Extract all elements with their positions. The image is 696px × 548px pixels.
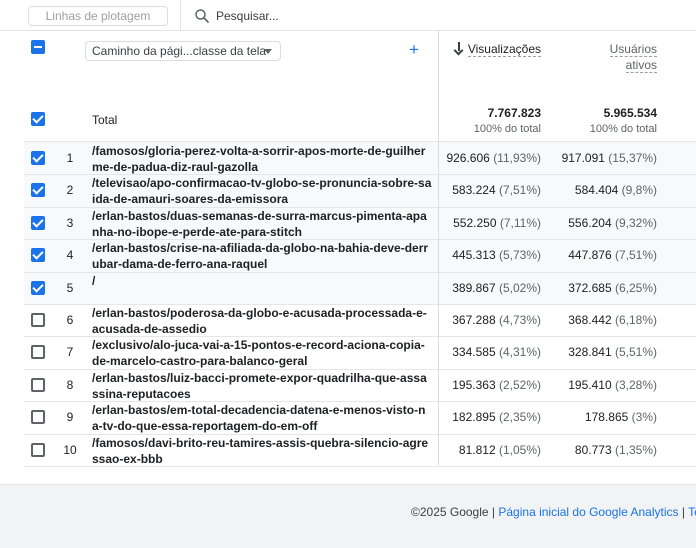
row-page-path[interactable]: /famosos/davi-brito-reu-tamires-assis-qu… [92,435,432,467]
dimension-selector-label: Caminho da pági...classe da tela [92,44,267,58]
row-users-value: 80.773 [574,442,612,457]
row-index: 1 [66,151,74,165]
row-users-pct: (3,28%) [614,377,657,392]
row-users-value: 447.876 [568,248,612,263]
footer-copyright: ©2025 Google | [411,505,496,519]
total-users-pct: 100% do total [589,123,657,135]
row-users: 328.841 (5,51%) [517,345,657,359]
arrow-down-icon [454,42,464,54]
row-users-value: 556.204 [568,215,612,230]
row-users-value: 917.091 [561,151,605,165]
footer-separator: | [681,505,685,519]
row-page-path[interactable]: /exclusivo/alo-juca-vai-a-15-pontos-e-re… [92,337,432,369]
row-views-value: 81.812 [458,442,496,457]
row-index: 10 [63,442,77,457]
report-toolbar: Linhas de plotagem [0,0,696,31]
row-checkbox[interactable] [31,442,45,457]
row-users: 556.204 (9,32%) [517,216,657,230]
row-users: 368.442 (6,18%) [517,313,657,327]
column-header-users-line1: Usuários [609,42,657,57]
row-index: 9 [66,410,74,425]
toolbar-divider [180,0,181,31]
row-users-pct: (6,18%) [614,313,657,327]
column-header-users-line2: ativos [625,58,657,73]
row-users-value: 195.410 [568,377,612,392]
row-views-value: 367.288 [452,313,496,327]
row-page-path[interactable]: /erlan-bastos/em-total-decadencia-datena… [92,402,432,434]
search-icon [195,9,209,23]
row-index: 6 [66,313,74,327]
row-checkbox[interactable] [31,377,45,392]
row-views-value: 195.363 [452,377,496,392]
row-checkbox[interactable] [31,183,45,198]
row-page-path[interactable]: /famosos/gloria-perez-volta-a-sorrir-apo… [92,143,432,175]
row-page-path[interactable]: /erlan-bastos/crise-na-afiliada-da-globo… [92,240,432,272]
row-checkbox[interactable] [31,345,45,360]
footer-link-home[interactable]: Página inicial do Google Analytics [498,505,678,519]
row-users-pct: (5,51%) [614,345,657,360]
row-index: 4 [66,248,74,263]
row-index: 7 [66,345,74,360]
row-users: 447.876 (7,51%) [517,248,657,262]
row-index: 2 [66,183,74,198]
row-users: 195.410 (3,28%) [517,378,657,392]
row-checkbox[interactable] [31,215,45,230]
page-footer: ©2025 Google | Página inicial do Google … [0,484,696,548]
row-page-path[interactable]: /erlan-bastos/poderosa-da-globo-e-acusad… [92,305,432,337]
row-checkbox[interactable] [31,280,45,295]
row-users: 372.685 (6,25%) [517,281,657,295]
row-views-value: 926.606 [446,151,490,165]
total-label: Total [92,113,118,127]
row-users-value: 368.442 [568,313,612,327]
row-users-pct: (6,25%) [614,280,657,295]
row-users-value: 372.685 [568,280,612,295]
row-divider [24,141,696,142]
row-page-path[interactable]: / [92,273,432,289]
row-views-value: 334.585 [452,345,496,360]
row-users-pct: (15,37%) [608,151,657,165]
row-users: 80.773 (1,35%) [517,443,657,457]
row-views-value: 389.867 [452,280,496,295]
footer-text: ©2025 Google | Página inicial do Google … [411,505,696,519]
row-views-value: 445.313 [452,248,496,263]
row-users: 584.404 (9,8%) [517,183,657,197]
row-checkbox[interactable] [31,410,45,425]
row-users-pct: (9,8%) [621,183,657,198]
row-page-path[interactable]: /erlan-bastos/luiz-bacci-promete-expor-q… [92,370,432,402]
row-users-pct: (7,51%) [614,248,657,263]
row-views-value: 182.895 [452,410,496,425]
row-users-pct: (9,32%) [614,215,657,230]
total-users: 5.965.534 [603,106,657,120]
row-page-path[interactable]: /televisao/apo-confirmacao-tv-globo-se-p… [92,175,432,207]
select-all-checkbox[interactable] [31,40,45,54]
total-checkbox[interactable] [31,112,45,126]
search-input[interactable] [216,7,416,25]
row-page-path[interactable]: /erlan-bastos/duas-semanas-de-surra-marc… [92,208,432,240]
column-header-active-users[interactable]: Usuários ativos [517,41,657,73]
row-checkbox[interactable] [31,151,45,165]
dimension-selector[interactable]: Caminho da pági...classe da tela [85,41,281,61]
row-users-value: 178.865 [584,410,629,425]
row-users-pct: (1,35%) [614,442,657,457]
row-checkbox[interactable] [31,248,45,263]
caret-down-icon [264,49,272,54]
footer-link-terms[interactable]: Te [688,505,696,519]
row-users-value: 328.841 [568,345,612,360]
row-index: 8 [66,377,74,392]
row-index: 5 [66,280,74,295]
row-users: 178.865 (3%) [517,410,657,424]
row-users-value: 584.404 [574,183,619,198]
row-checkbox[interactable] [31,313,45,327]
plot-lines-button[interactable]: Linhas de plotagem [28,6,168,26]
row-index: 3 [66,215,74,230]
row-views-value: 552.250 [453,215,497,230]
row-users: 917.091 (15,37%) [517,151,657,165]
row-users-pct: (3%) [631,410,657,425]
row-views-value: 583.224 [452,183,496,198]
